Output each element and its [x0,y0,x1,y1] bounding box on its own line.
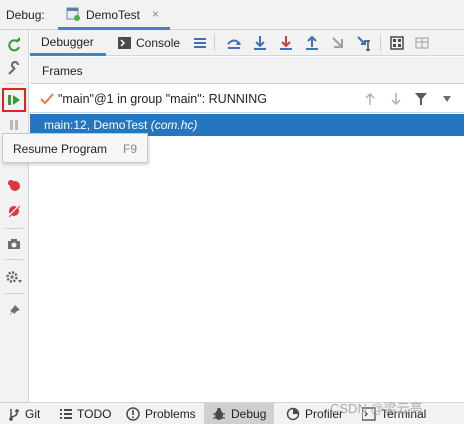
frames-title: Frames [42,64,83,78]
profiler-icon [286,407,300,421]
restore-layout-icon[interactable] [414,35,430,51]
git-label: Git [25,407,41,421]
settings-icon[interactable] [3,266,25,288]
problems-icon [126,407,140,421]
toolbar-divider [5,228,23,229]
pin-icon[interactable] [3,300,25,322]
problems-label: Problems [145,407,196,421]
console-icon [118,37,131,49]
toolbar-divider [5,293,23,294]
camera-icon[interactable] [3,233,25,255]
menu-icon[interactable] [192,35,208,51]
problems-tool-button[interactable]: Problems [126,403,196,424]
checkmark-icon [40,93,54,105]
toolbar-divider [380,35,381,51]
git-icon [9,409,19,421]
frame-location: main:12, DemoTest [44,118,148,132]
debugger-toolbar: Debugger Console [30,30,464,56]
debug-title-strip: Debug: DemoTest × [0,0,464,30]
tooltip-shortcut: F9 [123,142,138,156]
drop-frame-icon[interactable] [330,35,346,51]
tab-console[interactable]: Console [118,30,194,56]
thread-selector[interactable]: "main"@1 in group "main": RUNNING [30,85,464,113]
tab-debugger[interactable]: Debugger [30,30,106,56]
tooltip-label: Resume Program [13,142,108,156]
resume-program-icon[interactable] [2,88,26,112]
toolbar-divider [5,259,23,260]
evaluate-expression-icon[interactable] [389,35,405,51]
todo-label: TODO [77,407,112,421]
left-debug-toolbar [0,30,29,402]
frame-package: (com.hc) [150,118,198,132]
mute-breakpoints-icon[interactable] [3,200,25,222]
modify-run-config-icon[interactable] [3,58,25,80]
arrow-down-icon[interactable] [390,91,402,107]
todo-tool-button[interactable]: TODO [60,403,111,424]
arrow-up-icon[interactable] [364,91,376,107]
rerun-icon[interactable] [3,34,25,56]
debug-icon [213,408,225,420]
step-over-icon[interactable] [252,35,268,51]
view-breakpoints-icon[interactable] [3,174,25,196]
frames-panel-header: Frames [30,57,464,84]
debug-tool-button[interactable]: Debug [204,403,274,424]
show-execution-point-icon[interactable] [226,35,242,51]
chevron-down-icon[interactable] [442,95,452,103]
frame-label: main:12, DemoTest (com.hc) [44,118,197,132]
tab-debugger-label: Debugger [41,34,94,49]
step-into-icon[interactable] [278,35,294,51]
git-tool-button[interactable]: Git [8,403,40,424]
tab-console-label: Console [136,36,181,50]
debug-label: Debug: [6,8,45,22]
toolbar-divider [214,35,215,51]
run-to-cursor-icon[interactable] [356,35,372,51]
toolbar-divider [5,83,23,84]
filter-icon[interactable] [414,91,428,107]
todo-icon [60,409,72,419]
resume-program-tooltip: Resume Program F9 [2,133,148,163]
thread-label: "main"@1 in group "main": RUNNING [58,92,267,106]
run-config-tab[interactable]: DemoTest × [58,0,170,30]
close-icon[interactable]: × [152,7,159,21]
watermark: CSDN @梁云亮 [330,401,423,416]
debug-label: Debug [231,407,267,421]
java-class-icon [66,7,80,21]
step-out-icon[interactable] [304,35,320,51]
run-tab-label: DemoTest [86,8,141,22]
